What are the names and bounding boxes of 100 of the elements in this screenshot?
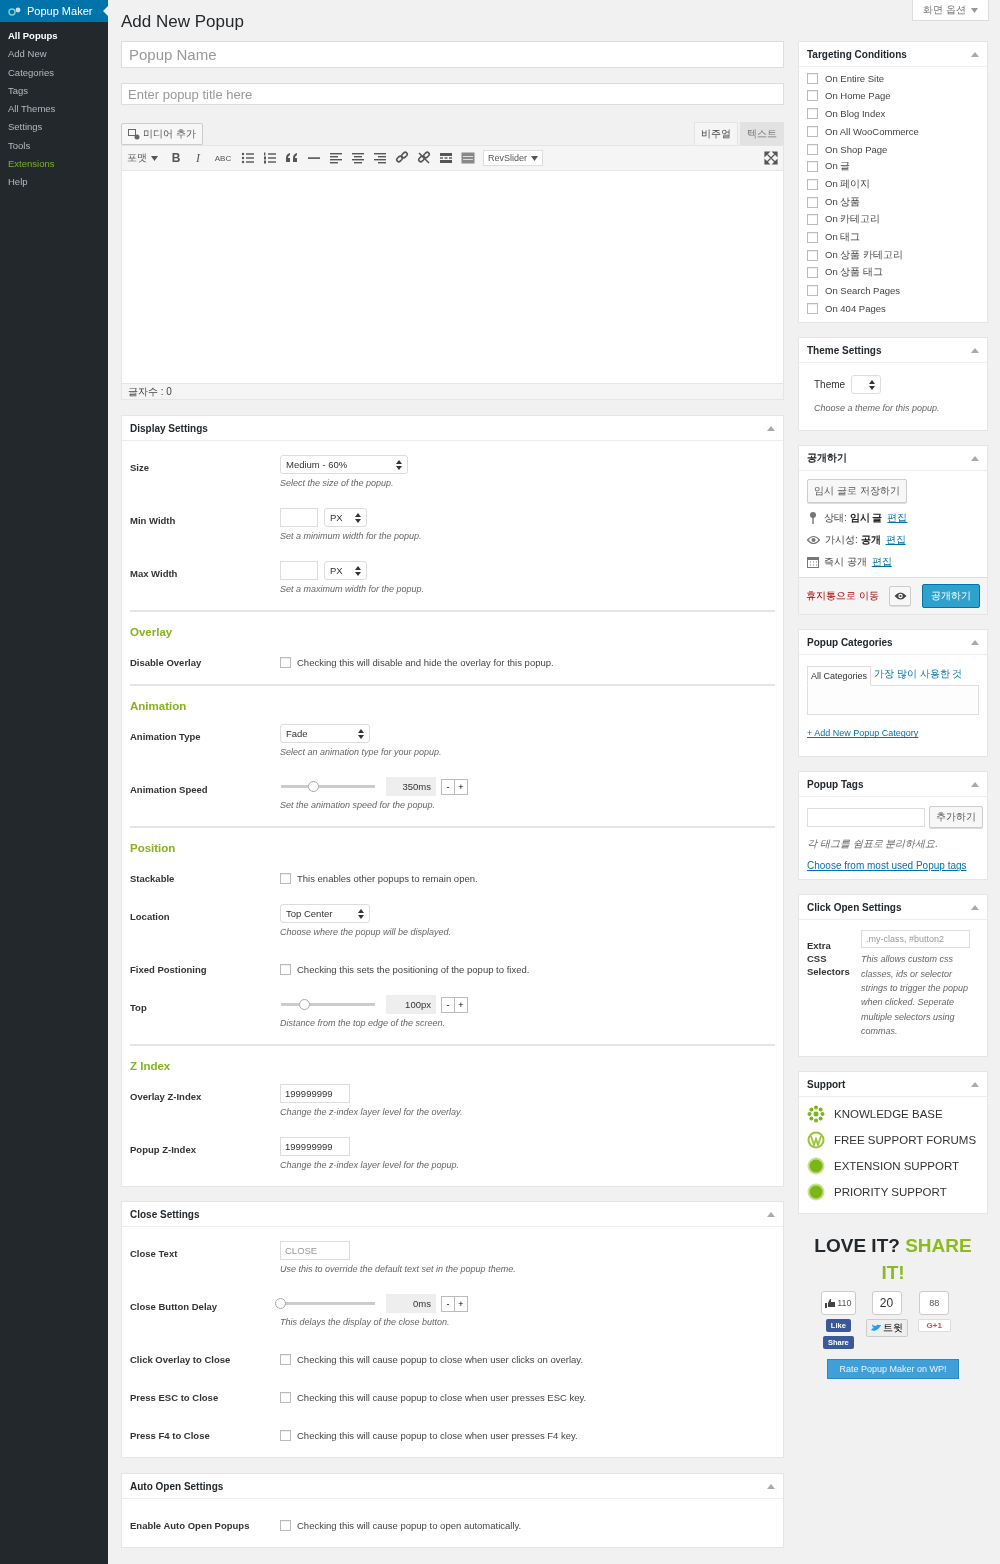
checkbox[interactable] <box>807 196 818 208</box>
increment-button[interactable]: + <box>454 1295 468 1312</box>
collapse-icon[interactable] <box>971 904 979 910</box>
collapse-icon[interactable] <box>971 347 979 353</box>
italic-button[interactable]: I <box>191 150 205 166</box>
menu-item[interactable]: Categories <box>0 62 108 81</box>
unit-select[interactable]: PX <box>324 561 367 580</box>
checkbox[interactable] <box>807 125 818 137</box>
support-link[interactable]: EXTENSION SUPPORT <box>834 1160 960 1173</box>
checkbox[interactable] <box>807 249 818 261</box>
menu-item[interactable]: Extensions <box>0 154 108 173</box>
checkbox[interactable] <box>807 108 818 120</box>
checkbox[interactable] <box>280 657 291 668</box>
menu-item[interactable]: Add New <box>0 44 108 63</box>
unlink-icon[interactable] <box>417 151 431 165</box>
menu-item[interactable]: Tags <box>0 80 108 100</box>
decrement-button[interactable]: - <box>441 1295 455 1312</box>
strikethrough-button[interactable]: ABC <box>213 153 233 163</box>
select-field[interactable]: Medium - 60% <box>280 455 408 474</box>
support-link[interactable]: KNOWLEDGE BASE <box>834 1108 943 1121</box>
slider-thumb[interactable] <box>298 999 310 1010</box>
increment-button[interactable]: + <box>454 778 468 795</box>
checkbox[interactable] <box>807 178 818 190</box>
bullets-icon[interactable] <box>241 151 255 165</box>
tweet-button[interactable]: 트윗 <box>865 1319 908 1338</box>
slider-thumb[interactable] <box>275 1298 286 1309</box>
title-field[interactable]: Enter popup title here <box>121 83 784 105</box>
number-field[interactable] <box>280 508 318 527</box>
menu-item[interactable]: All Popups <box>0 22 108 45</box>
unit-select[interactable]: PX <box>324 508 367 527</box>
increment-button[interactable]: + <box>454 996 468 1013</box>
collapse-icon[interactable] <box>971 639 979 645</box>
collapse-icon[interactable] <box>971 1081 979 1087</box>
text-field[interactable]: 199999999 <box>280 1084 350 1103</box>
add-media-button[interactable]: 미디어 추가 <box>121 123 203 145</box>
edit-link[interactable]: 편집 <box>885 532 906 547</box>
edit-link[interactable]: 편집 <box>887 510 908 525</box>
slider-thumb[interactable] <box>307 781 319 792</box>
tag-field[interactable] <box>807 807 925 827</box>
checkbox[interactable] <box>807 285 818 296</box>
save-draft-button[interactable]: 임시 글로 저장하기 <box>807 479 907 504</box>
selectors-field[interactable]: .my-class, #button2 <box>861 930 970 949</box>
decrement-button[interactable]: - <box>441 778 455 795</box>
theme-select[interactable] <box>851 375 882 395</box>
support-link[interactable]: FREE SUPPORT FORUMS <box>834 1134 977 1147</box>
format-dropdown[interactable]: 포맷 <box>127 151 158 165</box>
most-used-tags-link[interactable]: Choose from most used Popup tags <box>807 860 979 872</box>
menu-item[interactable]: Settings <box>0 117 108 136</box>
preview-button[interactable] <box>889 586 912 607</box>
plus-one-button[interactable]: G+1 <box>917 1319 951 1333</box>
text-field[interactable]: CLOSE <box>280 1241 350 1260</box>
checkbox[interactable] <box>807 90 818 102</box>
category-tab[interactable]: All Categories <box>807 666 872 687</box>
more-icon[interactable] <box>439 151 453 165</box>
menu-item[interactable]: All Themes <box>0 99 108 118</box>
add-category-link[interactable]: + Add New Popup Category <box>807 728 979 739</box>
select-field[interactable]: Top Center <box>280 904 370 923</box>
edit-link[interactable]: 편집 <box>871 554 892 569</box>
menu-header[interactable]: Popup Maker <box>0 0 108 22</box>
toolbar-icon[interactable] <box>461 151 475 165</box>
checkbox[interactable] <box>807 267 818 279</box>
screen-options-button[interactable]: 화면 옵션 <box>912 0 989 21</box>
category-tab[interactable]: 가장 많이 사용한 것 <box>871 663 966 686</box>
checkbox[interactable] <box>280 1392 291 1403</box>
checkbox[interactable] <box>280 1430 291 1441</box>
collapse-icon[interactable] <box>767 425 775 431</box>
support-link[interactable]: PRIORITY SUPPORT <box>834 1186 947 1199</box>
checkbox[interactable] <box>807 143 818 155</box>
fullscreen-icon[interactable] <box>764 151 778 165</box>
align-right-icon[interactable] <box>373 151 387 165</box>
add-tag-button[interactable]: 추가하기 <box>929 806 983 829</box>
checkbox[interactable] <box>280 1520 291 1531</box>
checkbox[interactable] <box>280 873 291 884</box>
checkbox[interactable] <box>280 964 291 975</box>
align-center-icon[interactable] <box>351 151 365 165</box>
trash-link[interactable]: 휴지통으로 이동 <box>806 589 879 604</box>
checkbox[interactable] <box>807 231 818 243</box>
shortcode-dropdown[interactable]: RevSlider <box>483 150 543 166</box>
checkbox[interactable] <box>807 214 818 226</box>
menu-item[interactable]: Help <box>0 172 108 191</box>
text-field[interactable]: 199999999 <box>280 1137 350 1156</box>
align-left-icon[interactable] <box>329 151 343 165</box>
checkbox[interactable] <box>807 161 818 173</box>
select-field[interactable]: Fade <box>280 724 370 743</box>
collapse-icon[interactable] <box>971 51 979 57</box>
menu-item[interactable]: Tools <box>0 135 108 155</box>
collapse-icon[interactable] <box>767 1483 775 1489</box>
numbers-icon[interactable] <box>263 151 277 165</box>
editor-tab[interactable]: 텍스트 <box>740 122 784 145</box>
decrement-button[interactable]: - <box>441 996 455 1013</box>
number-field[interactable] <box>280 561 318 580</box>
checkbox[interactable] <box>280 1354 291 1365</box>
editor-tab[interactable]: 비주얼 <box>694 122 738 145</box>
quote-icon[interactable] <box>285 151 299 165</box>
name-field[interactable]: Popup Name <box>121 41 784 68</box>
collapse-icon[interactable] <box>767 1211 775 1217</box>
checkbox[interactable] <box>807 302 818 314</box>
collapse-icon[interactable] <box>971 781 979 787</box>
collapse-icon[interactable] <box>971 455 979 461</box>
link-icon[interactable] <box>395 151 409 165</box>
